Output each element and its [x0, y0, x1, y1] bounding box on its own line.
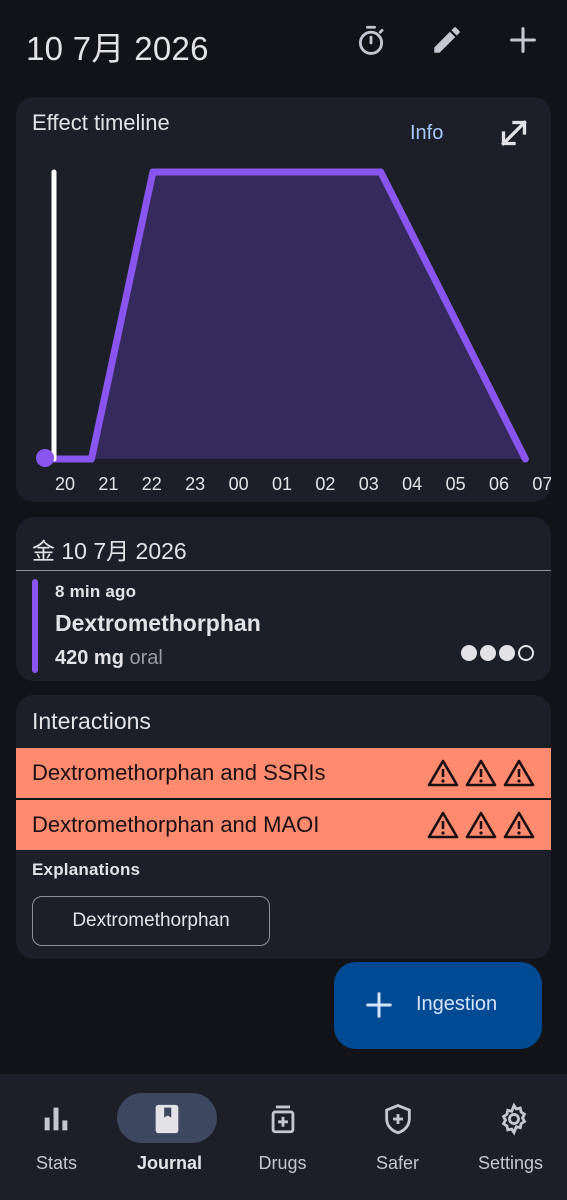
- x-tick-label: 00: [229, 474, 249, 494]
- strength-dot-empty: [518, 645, 534, 661]
- nav-label: Settings: [477, 1153, 544, 1173]
- nav-label: Stats: [35, 1153, 78, 1173]
- strength-dot-filled: [480, 645, 496, 661]
- x-tick-label: 04: [402, 474, 422, 494]
- x-tick-label: 03: [359, 474, 379, 494]
- page-title: 10 7月 2026: [26, 30, 209, 67]
- shield-icon: [385, 1104, 411, 1135]
- nav-label: Drugs: [258, 1153, 307, 1173]
- divider: [16, 570, 551, 571]
- x-tick-label: 20: [55, 474, 75, 494]
- gear-icon: [501, 1102, 527, 1136]
- strength-dot-filled: [461, 645, 477, 661]
- warning-icon: [427, 759, 459, 787]
- interaction-label: Dextromethorphan and MAOI: [32, 812, 320, 837]
- x-tick-label: 05: [446, 474, 466, 494]
- top-app-bar: 10 7月 2026: [0, 0, 567, 86]
- x-tick-label: 01: [272, 474, 292, 494]
- timeline-title: Effect timeline: [32, 110, 170, 135]
- interaction-label: Dextromethorphan and SSRIs: [32, 760, 326, 785]
- plus-icon: [366, 992, 392, 1018]
- route: oral: [129, 647, 163, 669]
- plus-icon[interactable]: [503, 20, 543, 60]
- nav-item-journal[interactable]: Journal: [113, 1074, 226, 1200]
- x-tick-label: 07: [532, 474, 551, 494]
- ingestion-point: [36, 449, 54, 467]
- interactions-card: Interactions Dextromethorphan and SSRIs …: [16, 695, 551, 959]
- strength-dots: [461, 645, 534, 661]
- medicine-icon: [271, 1105, 295, 1134]
- effect-timeline-chart: 20 21 22 23 00 01 02 03 04 05 06 07: [36, 168, 551, 494]
- day-title: 金 10 7月 2026: [32, 538, 187, 564]
- interaction-row[interactable]: Dextromethorphan and SSRIs: [16, 748, 551, 798]
- substance-name: Dextromethorphan: [55, 610, 261, 636]
- explanation-chip[interactable]: Dextromethorphan: [32, 896, 270, 946]
- add-ingestion-label: Ingestion: [416, 993, 498, 1015]
- day-card: 金 10 7月 2026 8 min ago Dextromethorphan …: [16, 517, 551, 681]
- expand-icon[interactable]: [496, 115, 532, 151]
- nav-item-settings[interactable]: Settings: [454, 1074, 567, 1200]
- warning-icon: [465, 811, 497, 839]
- pencil-icon[interactable]: [427, 20, 467, 60]
- severity-indicator: [427, 758, 535, 788]
- explanations-label: Explanations: [32, 860, 141, 879]
- strength-dot-filled: [499, 645, 515, 661]
- dose-line: 420 mg oral: [55, 647, 163, 670]
- warning-icon: [503, 811, 535, 839]
- warning-icon: [465, 759, 497, 787]
- dose: 420 mg: [55, 647, 124, 669]
- x-tick-label: 06: [489, 474, 509, 494]
- interaction-row[interactable]: Dextromethorphan and MAOI: [16, 800, 551, 850]
- warning-icon: [503, 759, 535, 787]
- nav-label: Journal: [136, 1153, 202, 1173]
- x-tick-label: 22: [142, 474, 162, 494]
- add-ingestion-button[interactable]: Ingestion: [334, 962, 542, 1049]
- nav-item-drugs[interactable]: Drugs: [226, 1074, 339, 1200]
- nav-item-safer[interactable]: Safer: [341, 1074, 454, 1200]
- journal-screen: 10 7月 2026 20 21 22 23 00 01 02 03 04 05 06 07 Effe…: [0, 0, 567, 1200]
- warning-icon: [427, 811, 459, 839]
- timer-icon[interactable]: [351, 20, 391, 60]
- x-tick-label: 21: [98, 474, 118, 494]
- bottom-navigation: Stats Journal Drugs Safer Settings: [0, 1074, 567, 1200]
- substance-color-bar: [32, 579, 38, 673]
- x-tick-label: 23: [185, 474, 205, 494]
- x-tick-label: 02: [315, 474, 335, 494]
- severity-indicator: [427, 810, 535, 840]
- nav-label: Safer: [375, 1153, 420, 1173]
- ingestion-time: 8 min ago: [55, 582, 137, 601]
- book-icon: [155, 1104, 179, 1134]
- nav-item-stats[interactable]: Stats: [0, 1074, 113, 1200]
- effect-timeline-card[interactable]: 20 21 22 23 00 01 02 03 04 05 06 07 Effect timeline…: [16, 97, 551, 502]
- info-link[interactable]: Info: [410, 122, 443, 145]
- interactions-title: Interactions: [32, 708, 151, 734]
- bar-chart-icon: [44, 1107, 68, 1131]
